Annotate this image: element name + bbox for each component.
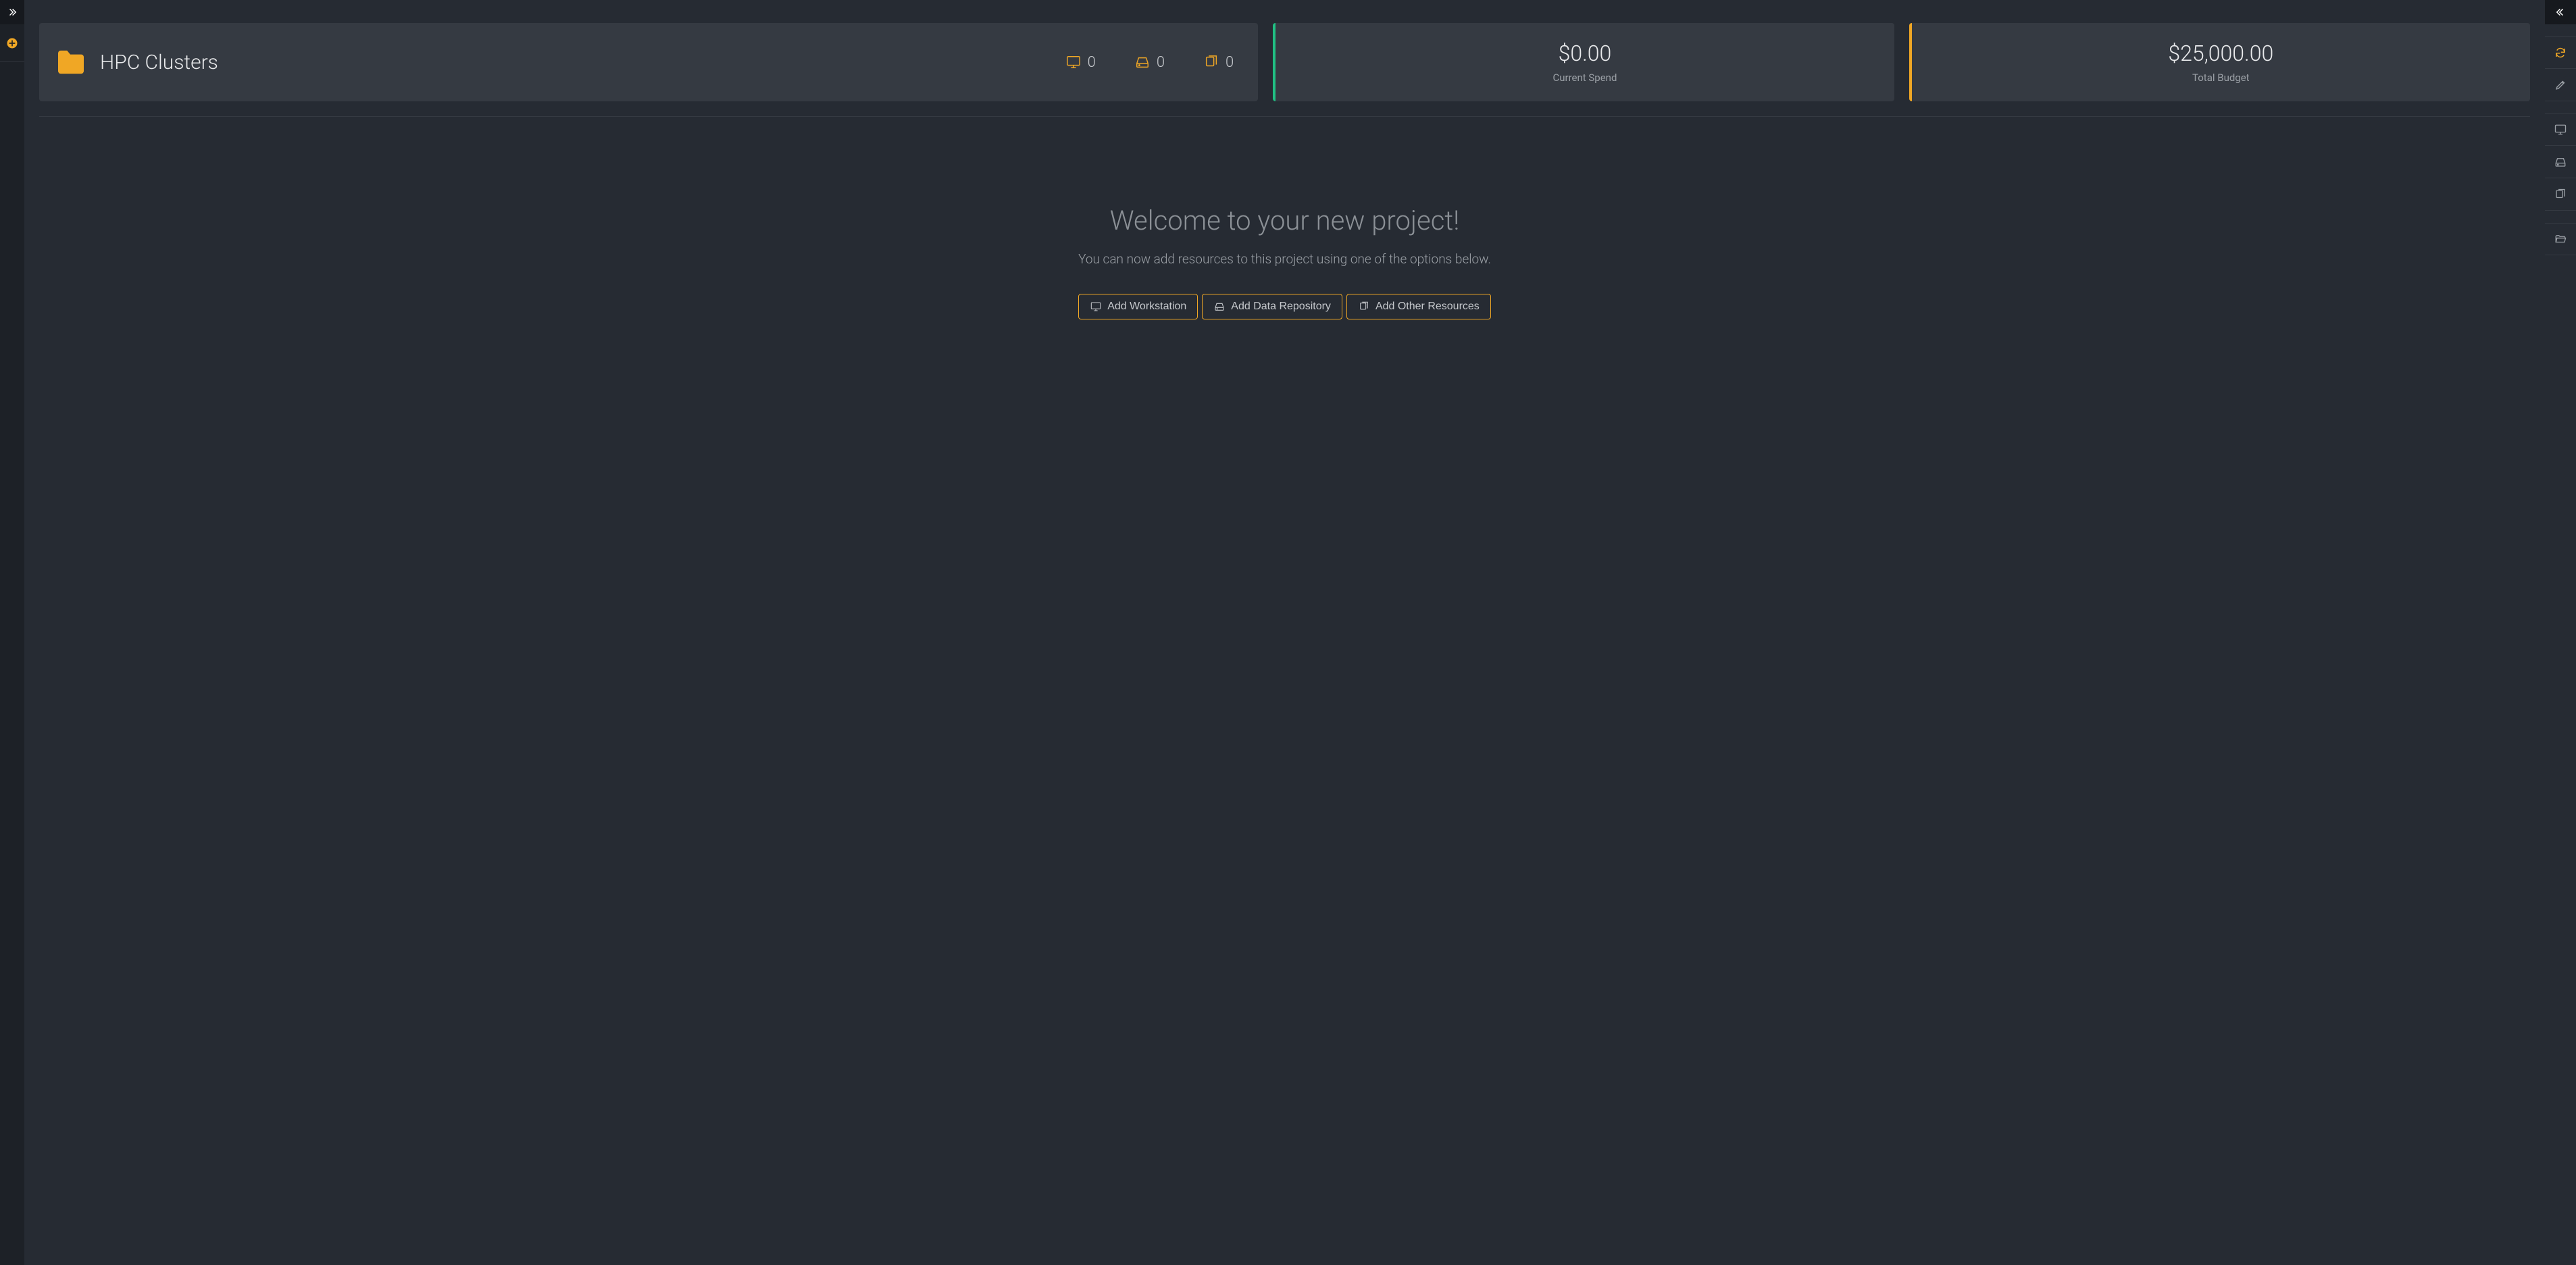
total-budget-card: $25,000.00 Total Budget (1909, 23, 2530, 101)
welcome-heading: Welcome to your new project! (1110, 205, 1460, 236)
chevron-double-left-icon (2556, 7, 2565, 17)
current-spend-value: $0.00 (1559, 41, 1612, 66)
storage-count: 0 (1134, 54, 1165, 71)
monitor-icon (2554, 124, 2567, 136)
collapse-right-sidebar-button[interactable] (2545, 0, 2576, 24)
project-name: HPC Clusters (100, 51, 218, 74)
refresh-button[interactable] (2545, 36, 2576, 69)
add-resource-buttons: Add Workstation Add Data Repository Add … (1078, 294, 1491, 319)
plus-circle-icon (6, 37, 18, 49)
left-sidebar (0, 0, 24, 1265)
current-spend-label: Current Spend (1552, 72, 1617, 84)
folder-open-icon (2554, 233, 2567, 245)
edit-button[interactable] (2545, 69, 2576, 101)
expand-left-sidebar-button[interactable] (0, 0, 24, 24)
header-cards-row: HPC Clusters 0 0 (39, 23, 2530, 101)
storage-icon (2554, 156, 2567, 168)
total-budget-label: Total Budget (2192, 72, 2250, 84)
storage-tool[interactable] (2545, 146, 2576, 178)
chevron-double-right-icon (7, 7, 17, 17)
pencil-icon (2555, 79, 2567, 91)
welcome-subtitle: You can now add resources to this projec… (1078, 251, 1491, 267)
add-workstation-button[interactable]: Add Workstation (1078, 294, 1198, 319)
files-tool[interactable] (2545, 223, 2576, 255)
storage-icon (1213, 301, 1226, 312)
add-other-resources-button[interactable]: Add Other Resources (1346, 294, 1491, 319)
other-count-value: 0 (1226, 54, 1234, 71)
add-other-label: Add Other Resources (1375, 301, 1480, 313)
other-resources-tool[interactable] (2545, 178, 2576, 211)
folder-icon (55, 49, 86, 75)
add-workstation-label: Add Workstation (1107, 301, 1186, 313)
empty-state: Welcome to your new project! You can now… (39, 116, 2530, 1265)
total-budget-value: $25,000.00 (2168, 41, 2273, 66)
copy-icon (1358, 301, 1370, 312)
main-content: HPC Clusters 0 0 (24, 0, 2545, 1265)
storage-count-value: 0 (1157, 54, 1165, 71)
monitor-icon (1065, 55, 1082, 70)
workstations-tool[interactable] (2545, 113, 2576, 146)
other-resources-count: 0 (1203, 54, 1234, 71)
add-data-repo-label: Add Data Repository (1231, 301, 1331, 313)
workstation-count-value: 0 (1088, 54, 1096, 71)
current-spend-card: $0.00 Current Spend (1273, 23, 1894, 101)
project-title-wrap: HPC Clusters (55, 49, 218, 75)
copy-icon (2554, 188, 2567, 201)
resource-counts: 0 0 0 (1065, 54, 1234, 71)
copy-icon (1203, 55, 1220, 70)
right-sidebar (2545, 0, 2576, 1265)
monitor-icon (1090, 301, 1102, 312)
workstation-count: 0 (1065, 54, 1096, 71)
add-data-repository-button[interactable]: Add Data Repository (1202, 294, 1342, 319)
add-project-button[interactable] (0, 24, 24, 62)
project-header-card: HPC Clusters 0 0 (39, 23, 1258, 101)
refresh-icon (2554, 47, 2567, 59)
storage-icon (1134, 55, 1151, 70)
